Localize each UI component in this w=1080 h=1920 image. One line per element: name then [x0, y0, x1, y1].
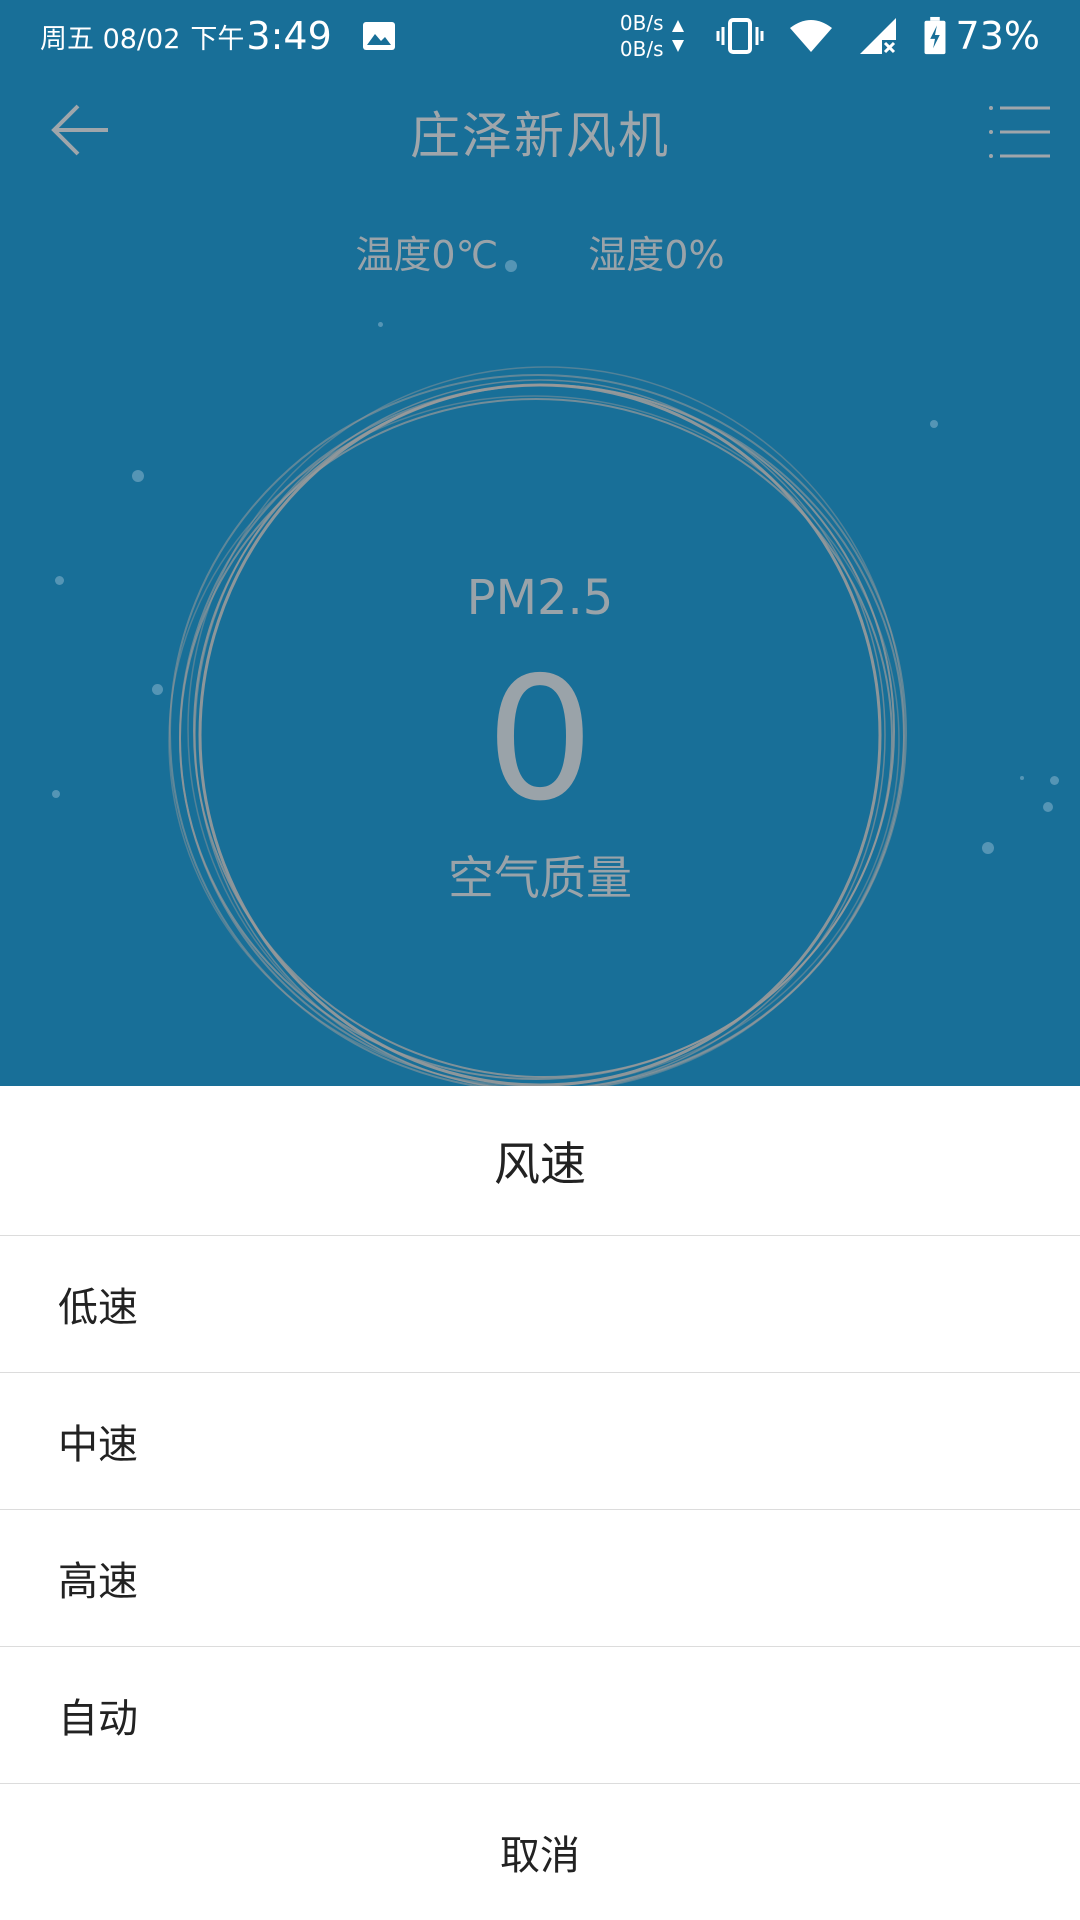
- signal-off-icon: [859, 18, 896, 54]
- battery-charging-icon: [924, 16, 946, 55]
- fan-speed-sheet: 风速 低速 中速 高速 自动 取消: [0, 1086, 1080, 1920]
- particle: [378, 322, 383, 327]
- status-date: 周五 08/02: [40, 23, 181, 55]
- air-quality-label: 空气质量: [448, 851, 632, 905]
- page-title: 庄泽新风机: [410, 107, 670, 165]
- sheet-title: 风速: [0, 1086, 1080, 1236]
- particle: [132, 470, 144, 482]
- particle: [505, 260, 517, 272]
- vibrate-icon: [716, 18, 764, 54]
- battery-level: 73%: [955, 14, 1040, 58]
- particle: [930, 420, 938, 428]
- temperature-reading: 温度0℃: [355, 233, 499, 277]
- net-arrows-icon: [671, 20, 684, 52]
- net-down: 0B/s: [619, 37, 664, 61]
- pm25-value: 0: [485, 641, 595, 839]
- status-period: 下午: [190, 23, 245, 55]
- net-speed: 0B/s 0B/s: [620, 10, 664, 62]
- status-bar: 周五 08/02 下午 3:49 0B/s 0B/s 73%: [0, 0, 1080, 70]
- option-high-speed[interactable]: 高速: [0, 1510, 1080, 1647]
- environment-readings: 温度0℃ 湿度0%: [0, 224, 1080, 279]
- menu-list-icon[interactable]: [988, 104, 1052, 160]
- wifi-icon: [789, 20, 832, 52]
- device-panel: 周五 08/02 下午 3:49 0B/s 0B/s 73% 庄泽新风机 温度0…: [0, 0, 1080, 1086]
- status-right: 0B/s 0B/s 73%: [620, 8, 1040, 64]
- option-medium-speed[interactable]: 中速: [0, 1373, 1080, 1510]
- option-auto[interactable]: 自动: [0, 1647, 1080, 1784]
- image-icon: [362, 22, 395, 50]
- pm25-label: PM2.5: [466, 570, 614, 626]
- cancel-button[interactable]: 取消: [0, 1784, 1080, 1920]
- option-low-speed[interactable]: 低速: [0, 1236, 1080, 1373]
- status-time: 3:49: [246, 14, 332, 58]
- humidity-reading: 湿度0%: [588, 233, 725, 277]
- status-left: 周五 08/02 下午 3:49: [40, 14, 396, 58]
- net-up: 0B/s: [619, 11, 664, 35]
